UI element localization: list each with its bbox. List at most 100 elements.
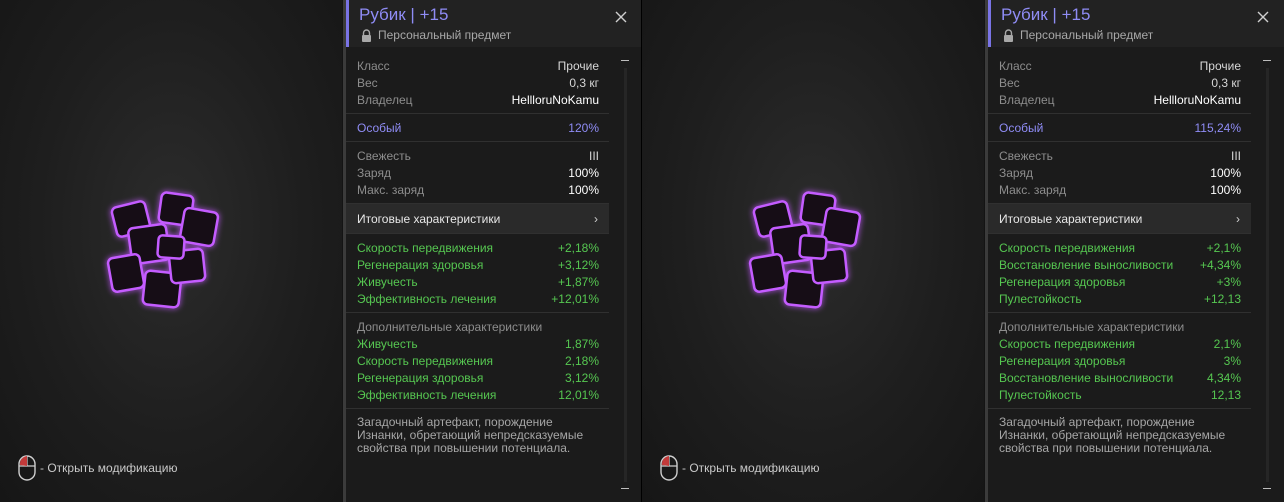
stat-value: +12,01% xyxy=(551,291,599,306)
tooltip-content: Класс Прочие Вес 0,3 кг Владелец Helllor… xyxy=(988,52,1251,460)
stat-label: Регенерация здоровья xyxy=(357,370,484,385)
stat-label: Скорость передвижения xyxy=(999,336,1136,351)
item-description: Загадочный артефакт, порождение Изнанки,… xyxy=(357,415,584,455)
stat-value: +3% xyxy=(1216,274,1241,289)
stat-row: Регенерация здоровья 3,12% xyxy=(357,369,599,386)
stat-value: 12,01% xyxy=(558,387,599,402)
final-stats-toggle[interactable]: Итоговые характеристики › xyxy=(346,204,609,234)
info-row-class: Класс Прочие xyxy=(999,57,1241,74)
stat-row: Регенерация здоровья +3,12% xyxy=(357,256,599,273)
item-preview[interactable]: - Открыть модификацию xyxy=(642,0,984,502)
condition-value: III xyxy=(1230,148,1241,163)
item-view-left: - Открыть модификацию Рубик | +15 Персон… xyxy=(0,0,642,502)
info-label: Класс xyxy=(357,58,390,73)
stat-value: 3% xyxy=(1223,353,1241,368)
stat-row: Живучесть 1,87% xyxy=(357,335,599,352)
final-stats-toggle[interactable]: Итоговые характеристики › xyxy=(988,204,1251,234)
stat-row: Скорость передвижения +2,18% xyxy=(357,239,599,256)
item-name: Рубик | +15 xyxy=(1001,5,1091,24)
final-stats-title: Итоговые характеристики xyxy=(999,211,1143,226)
item-name: Рубик | +15 xyxy=(359,5,449,24)
close-button[interactable] xyxy=(614,10,628,24)
info-row-weight: Вес 0,3 кг xyxy=(999,74,1241,91)
scrollbar[interactable] xyxy=(1256,52,1282,498)
item-tooltip-panel: Рубик | +15 Персональный предмет Класс П… xyxy=(985,0,1284,502)
stat-label: Регенерация здоровья xyxy=(999,274,1126,289)
chevron-right-icon: › xyxy=(594,211,598,226)
stat-row: Эффективность лечения +12,01% xyxy=(357,290,599,307)
special-section: Особый 115,24% xyxy=(988,114,1251,142)
condition-section: Свежесть III Заряд 100% Макс. заряд 100% xyxy=(988,142,1251,204)
personal-item-label: Персональный предмет xyxy=(1020,28,1154,42)
final-stats-title: Итоговые характеристики xyxy=(357,211,501,226)
info-section: Класс Прочие Вес 0,3 кг Владелец Helllor… xyxy=(988,52,1251,114)
hint-text: - Открыть модификацию xyxy=(40,461,178,475)
condition-label: Свежесть xyxy=(999,148,1053,163)
stat-label: Пулестойкость xyxy=(999,291,1082,306)
close-button[interactable] xyxy=(1256,10,1270,24)
stat-label: Пулестойкость xyxy=(999,387,1082,402)
stat-label: Регенерация здоровья xyxy=(357,257,484,272)
open-mod-hint[interactable]: - Открыть модификацию xyxy=(660,455,820,481)
info-row-owner: Владелец HellloruNoKamu xyxy=(357,91,599,108)
scroll-bottom-cap xyxy=(1263,488,1271,489)
condition-row-max-charge: Макс. заряд 100% xyxy=(999,181,1241,198)
cube-artifact-icon xyxy=(748,191,862,309)
stat-row: Регенерация здоровья +3% xyxy=(999,273,1241,290)
stat-value: 1,87% xyxy=(564,336,599,351)
scroll-top-cap xyxy=(621,60,629,61)
stat-value: +3,12% xyxy=(557,257,599,272)
info-row-owner: Владелец HellloruNoKamu xyxy=(999,91,1241,108)
stat-value: +4,34% xyxy=(1199,257,1241,272)
stat-label: Восстановление выносливости xyxy=(999,257,1174,272)
stat-label: Скорость передвижения xyxy=(999,240,1136,255)
stat-value: 4,34% xyxy=(1206,370,1241,385)
stat-value: 3,12% xyxy=(564,370,599,385)
stat-row: Скорость передвижения 2,1% xyxy=(999,335,1241,352)
stat-row: Пулестойкость +12,13 xyxy=(999,290,1241,307)
scroll-bottom-cap xyxy=(621,488,629,489)
scroll-thumb[interactable] xyxy=(1266,68,1269,482)
stat-row: Восстановление выносливости +4,34% xyxy=(999,256,1241,273)
special-value: 120% xyxy=(568,120,599,135)
info-row-class: Класс Прочие xyxy=(357,57,599,74)
condition-value: 100% xyxy=(1210,182,1241,197)
cube-artifact-icon xyxy=(106,191,220,309)
info-value: HellloruNoKamu xyxy=(511,92,599,107)
open-mod-hint[interactable]: - Открыть модификацию xyxy=(18,455,178,481)
lock-icon xyxy=(1004,29,1013,42)
stat-value: 2,1% xyxy=(1213,336,1241,351)
mouse-icon xyxy=(660,455,678,481)
info-label: Класс xyxy=(999,58,1032,73)
chevron-right-icon: › xyxy=(1236,211,1240,226)
info-label: Владелец xyxy=(357,92,413,107)
hint-text: - Открыть модификацию xyxy=(682,461,820,475)
condition-label: Свежесть xyxy=(357,148,411,163)
info-label: Вес xyxy=(357,75,378,90)
item-view-right: - Открыть модификацию Рубик | +15 Персон… xyxy=(642,0,1284,502)
special-label: Особый xyxy=(357,120,402,135)
stat-row: Восстановление выносливости 4,34% xyxy=(999,369,1241,386)
condition-label: Заряд xyxy=(357,165,391,180)
info-value: 0,3 кг xyxy=(569,75,599,90)
tooltip-content: Класс Прочие Вес 0,3 кг Владелец Helllor… xyxy=(346,52,609,460)
special-value: 115,24% xyxy=(1194,120,1241,135)
stat-label: Скорость передвижения xyxy=(357,240,494,255)
scroll-thumb[interactable] xyxy=(624,68,627,482)
info-section: Класс Прочие Вес 0,3 кг Владелец Helllor… xyxy=(346,52,609,114)
stat-value: 12,13 xyxy=(1210,387,1241,402)
info-label: Вес xyxy=(999,75,1020,90)
item-preview[interactable]: - Открыть модификацию xyxy=(0,0,342,502)
final-stats-section: Скорость передвижения +2,1% Восстановлен… xyxy=(988,234,1251,313)
stat-row: Скорость передвижения +2,1% xyxy=(999,239,1241,256)
condition-row-max-charge: Макс. заряд 100% xyxy=(357,181,599,198)
lock-icon xyxy=(362,29,371,42)
stat-row: Эффективность лечения 12,01% xyxy=(357,386,599,403)
stat-value: +12,13 xyxy=(1203,291,1241,306)
stat-row: Скорость передвижения 2,18% xyxy=(357,352,599,369)
condition-value: III xyxy=(588,148,599,163)
info-label: Владелец xyxy=(999,92,1055,107)
stat-label: Живучесть xyxy=(357,336,418,351)
condition-label: Макс. заряд xyxy=(357,182,425,197)
scrollbar[interactable] xyxy=(614,52,640,498)
